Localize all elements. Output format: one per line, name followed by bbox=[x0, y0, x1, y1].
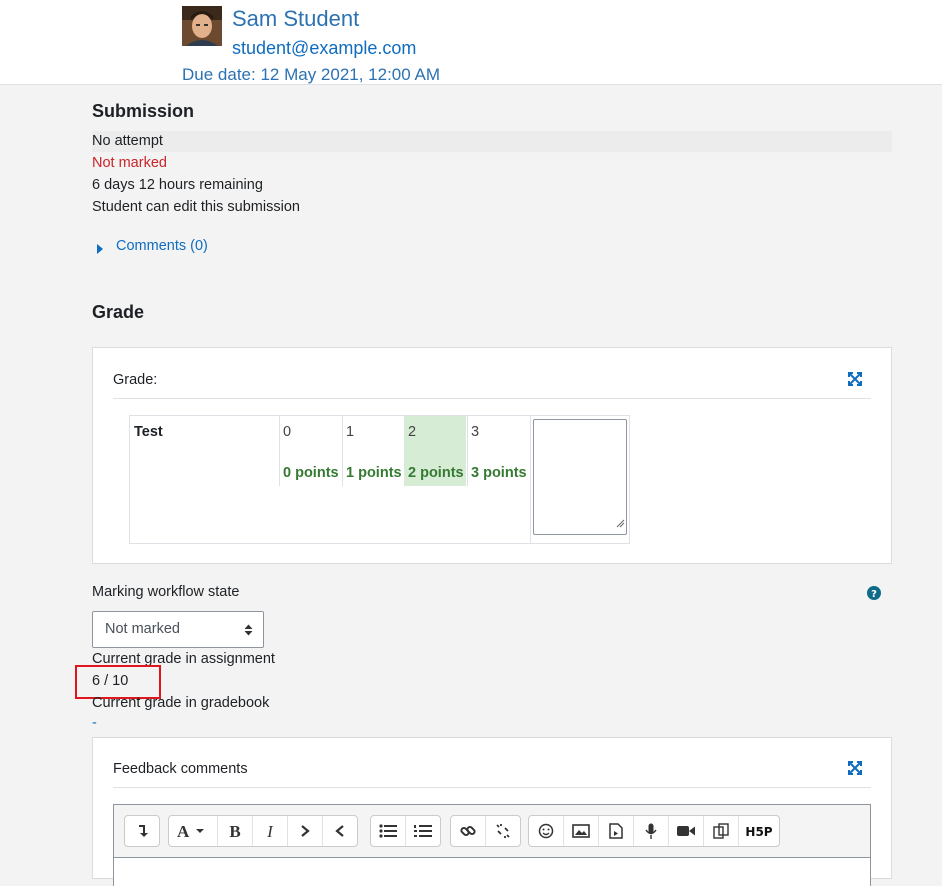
manage-files-icon[interactable] bbox=[704, 816, 739, 846]
svg-text:H5P: H5P bbox=[745, 825, 772, 838]
level-definition: 1 points bbox=[346, 465, 402, 481]
indent-icon[interactable] bbox=[288, 816, 323, 846]
due-date: Due date: 12 May 2021, 12:00 AM bbox=[182, 65, 441, 84]
rubric-level-1[interactable]: 1 1 points bbox=[342, 416, 403, 486]
highlight-box bbox=[75, 665, 161, 699]
editor: A B I H5P bbox=[113, 804, 871, 886]
bold-icon[interactable]: B bbox=[218, 816, 253, 846]
toolbar-group-lists bbox=[370, 815, 441, 847]
h5p-icon[interactable]: H5P bbox=[739, 816, 779, 846]
collapse-icon[interactable] bbox=[125, 816, 159, 846]
feedback-label: Feedback comments bbox=[113, 761, 248, 777]
user-name[interactable]: Sam Student bbox=[232, 6, 359, 32]
level-score: 2 bbox=[408, 424, 417, 440]
divider bbox=[113, 398, 871, 399]
user-email[interactable]: student@example.com bbox=[232, 38, 416, 59]
svg-text:I: I bbox=[266, 823, 274, 839]
outdent-icon[interactable] bbox=[323, 816, 357, 846]
link-icon[interactable] bbox=[451, 816, 486, 846]
level-definition: 0 points bbox=[283, 465, 339, 481]
current-grade-gradebook-value[interactable]: - bbox=[92, 715, 97, 731]
level-score: 1 bbox=[346, 424, 355, 440]
submission-status: No attempt bbox=[92, 133, 163, 149]
submission-heading: Submission bbox=[92, 101, 195, 121]
toolbar-group-insert: H5P bbox=[528, 815, 780, 847]
toolbar-group-collapse bbox=[124, 815, 160, 847]
select-arrows-icon bbox=[244, 623, 253, 641]
divider bbox=[113, 787, 871, 788]
grading-status: Not marked bbox=[92, 155, 167, 171]
help-icon[interactable]: ? bbox=[867, 586, 881, 600]
font-style-icon[interactable]: A bbox=[169, 816, 218, 846]
workflow-label: Marking workflow state bbox=[92, 584, 240, 600]
toolbar-group-links bbox=[450, 815, 521, 847]
italic-icon[interactable]: I bbox=[253, 816, 288, 846]
video-record-icon[interactable] bbox=[669, 816, 704, 846]
svg-text:A: A bbox=[177, 823, 190, 839]
svg-text:B: B bbox=[229, 823, 240, 839]
user-header: Sam Student student@example.com Due date… bbox=[0, 0, 942, 85]
time-remaining: 6 days 12 hours remaining bbox=[92, 177, 263, 193]
grade-heading: Grade bbox=[92, 302, 145, 322]
image-icon[interactable] bbox=[564, 816, 599, 846]
level-definition: 3 points bbox=[471, 465, 527, 481]
rubric-level-0[interactable]: 0 0 points bbox=[279, 416, 341, 486]
media-icon[interactable] bbox=[599, 816, 634, 846]
workflow-state-value: Not marked bbox=[105, 621, 180, 637]
caret-right-icon bbox=[96, 241, 104, 259]
fullscreen-icon[interactable] bbox=[847, 371, 863, 387]
level-score: 0 bbox=[283, 424, 292, 440]
rubric-criterion: Test bbox=[134, 424, 163, 440]
workflow-state-select[interactable]: Not marked bbox=[92, 611, 264, 648]
rubric-level-2-selected[interactable]: 2 2 points bbox=[404, 416, 466, 486]
audio-record-icon[interactable] bbox=[634, 816, 669, 846]
rubric: Test 0 0 points 1 1 points 2 2 points 3 … bbox=[129, 415, 630, 544]
avatar[interactable] bbox=[182, 6, 222, 46]
submission-status-row bbox=[92, 131, 892, 152]
level-definition: 2 points bbox=[408, 465, 464, 481]
grade-label: Grade: bbox=[113, 372, 158, 388]
bullet-list-icon[interactable] bbox=[371, 816, 406, 846]
svg-text:?: ? bbox=[871, 589, 877, 600]
level-score: 3 bbox=[471, 424, 480, 440]
current-grade-gradebook-label: Current grade in gradebook bbox=[92, 695, 270, 711]
fullscreen-icon[interactable] bbox=[847, 760, 863, 776]
editor-content-area[interactable] bbox=[114, 857, 870, 886]
rubric-remark-textarea[interactable] bbox=[533, 419, 627, 535]
emoji-icon[interactable] bbox=[529, 816, 564, 846]
divider bbox=[530, 416, 531, 543]
unlink-icon[interactable] bbox=[486, 816, 520, 846]
rubric-level-3[interactable]: 3 3 points bbox=[467, 416, 529, 486]
comments-link[interactable]: Comments (0) bbox=[116, 238, 208, 254]
edit-status: Student can edit this submission bbox=[92, 199, 300, 215]
toolbar-group-style: A B I bbox=[168, 815, 358, 847]
numbered-list-icon[interactable] bbox=[406, 816, 440, 846]
resize-handle-icon[interactable] bbox=[616, 515, 625, 533]
